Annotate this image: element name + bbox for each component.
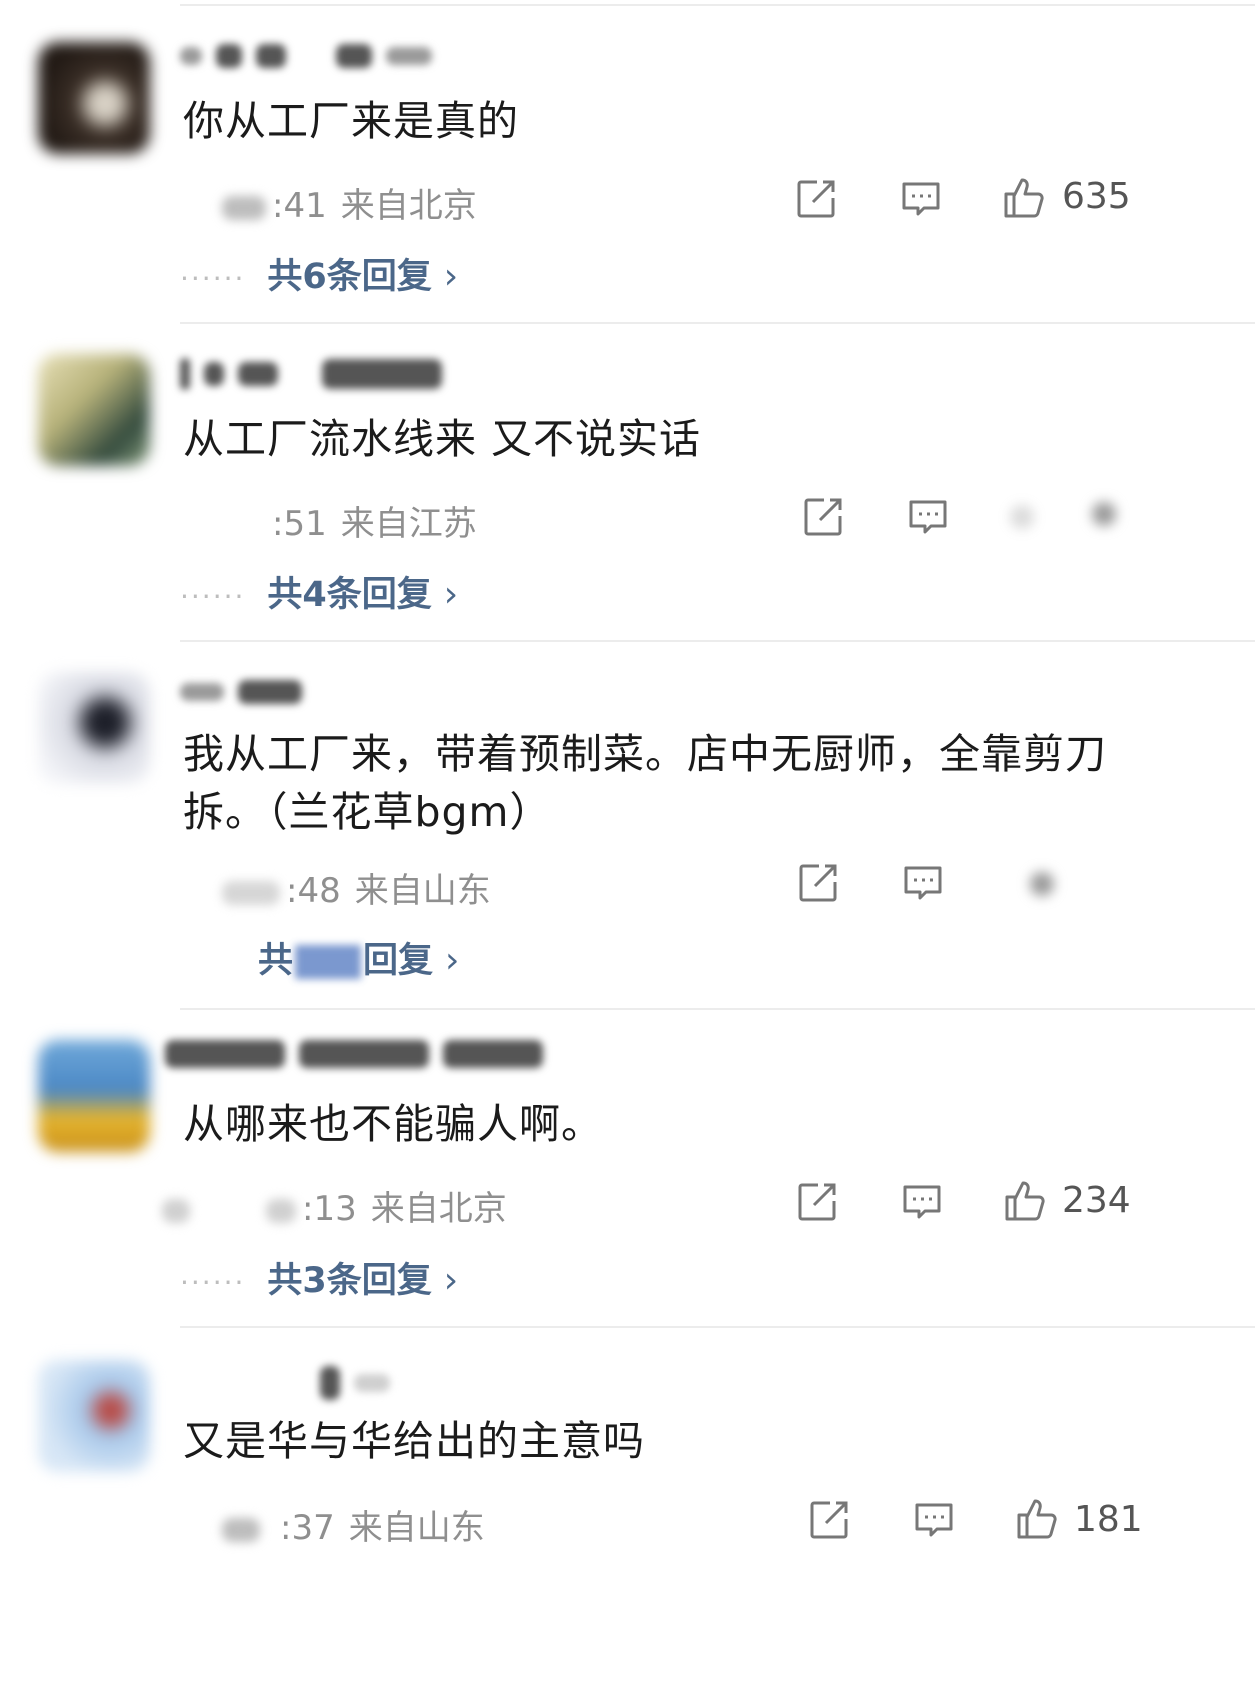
thumbs-up-icon[interactable] [1001,1177,1047,1223]
like-blurred[interactable] [1010,505,1034,529]
comment-text: 从哪来也不能骗人啊。 [183,1100,603,1148]
like-count: 234 [1062,1180,1131,1221]
like-count: 635 [1062,176,1131,217]
timestamp-blurred [222,1517,260,1542]
share-icon[interactable] [793,176,839,222]
username-blurred[interactable] [180,680,316,714]
replies-link[interactable]: ······ 共4条回复 › [180,566,458,617]
comment-meta: :51 来自江苏 [272,496,477,545]
replies-prefix[interactable]: 共 [258,941,293,981]
timestamp: :41 [272,186,327,226]
like-blurred[interactable] [1030,872,1054,896]
timestamp: :51 [272,504,327,544]
username-blurred[interactable] [320,1366,404,1400]
replies-label[interactable]: 共6条回复 [267,257,431,297]
comment-meta: :48 来自山东 [222,863,491,912]
location: 来自山东 [354,871,491,911]
like-count-blurred [1092,502,1116,526]
share-icon[interactable] [795,860,841,906]
chevron-right-icon: › [445,940,460,981]
timestamp-blurred [222,880,280,905]
timestamp-blurred [162,1198,190,1223]
divider [180,640,1255,642]
comment-text: 你从工厂来是真的 [183,97,519,145]
chevron-right-icon: › [443,1260,459,1301]
dots: ······ [180,261,246,295]
comment-meta: :37 来自山东 [222,1500,485,1549]
dots: ······ [180,1265,246,1299]
chevron-right-icon: › [443,256,459,297]
comment-text-line: 拆。（兰花草bgm） [183,788,552,836]
timestamp: :13 [302,1189,357,1229]
replies-label[interactable]: 共4条回复 [267,575,431,615]
avatar[interactable] [38,1360,150,1472]
avatar[interactable] [38,1040,150,1152]
divider [180,1008,1255,1010]
comment-icon[interactable] [911,1497,957,1543]
avatar[interactable] [38,42,150,154]
thumbs-up-icon[interactable] [1000,174,1046,220]
location: 来自江苏 [340,504,477,544]
comment-icon[interactable] [898,176,944,222]
replies-link[interactable]: ······ 共3条回复 › [180,1252,458,1303]
comment-icon[interactable] [900,860,946,906]
location: 来自北京 [340,186,477,226]
replies-label[interactable]: 共3条回复 [267,1261,431,1301]
share-icon[interactable] [794,1179,840,1225]
comment-text: 我从工厂来，带着预制菜。店中无厨师，全靠剪刀 拆。（兰花草bgm） [183,725,1193,841]
comment-icon[interactable] [899,1179,945,1225]
reply-count-blurred [295,945,362,979]
timestamp-blurred [222,195,266,220]
share-icon[interactable] [800,494,846,540]
comment-text: 又是华与华给出的主意吗 [183,1417,645,1465]
avatar[interactable] [38,672,150,784]
timestamp-blurred [266,1198,296,1223]
username-blurred[interactable] [180,358,456,392]
divider [180,1326,1255,1328]
location: 来自北京 [370,1189,507,1229]
comment-text-line: 我从工厂来，带着预制菜。店中无厨师，全靠剪刀 [183,730,1107,778]
comment-meta: :41 来自北京 [222,178,477,227]
replies-link[interactable]: ······ 共6条回复 › [180,248,458,299]
timestamp: :48 [286,871,341,911]
share-icon[interactable] [806,1497,852,1543]
replies-link[interactable]: 共 回复 › [258,932,459,983]
divider [180,322,1255,324]
dots: ······ [180,579,246,613]
avatar[interactable] [38,354,150,466]
username-blurred[interactable] [165,1040,557,1074]
chevron-right-icon: › [443,574,459,615]
comment-icon[interactable] [905,494,951,540]
divider [180,4,1255,6]
like-count: 181 [1074,1499,1143,1540]
comment-meta: :13 来自北京 [162,1181,507,1230]
timestamp: :37 [280,1508,335,1548]
replies-suffix[interactable]: 回复 [363,941,433,981]
comment-text: 从工厂流水线来 又不说实话 [183,415,702,463]
thumbs-up-icon[interactable] [1013,1495,1059,1541]
location: 来自山东 [348,1508,485,1548]
username-blurred[interactable] [180,44,446,78]
